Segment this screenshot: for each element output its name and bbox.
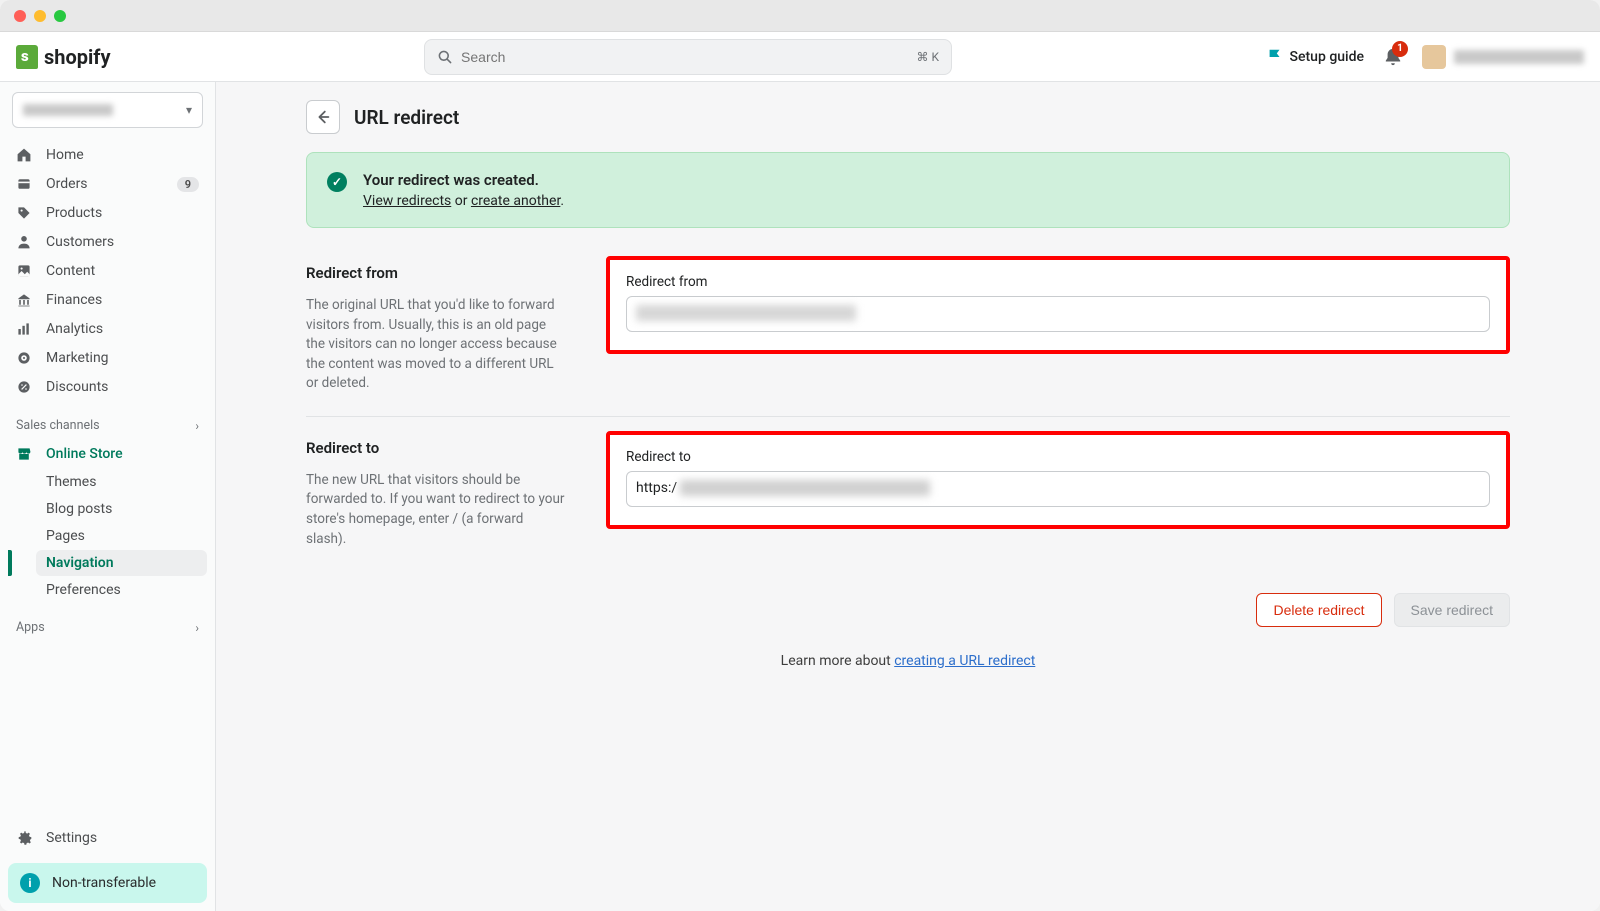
content-area: URL redirect ✓ Your redirect was created…: [216, 82, 1600, 911]
top-bar: shopify ⌘ K Setup guide 1: [0, 32, 1600, 82]
sidebar-item-orders[interactable]: Orders 9: [8, 170, 207, 198]
setup-guide-button[interactable]: Setup guide: [1266, 48, 1364, 66]
settings-label: Settings: [46, 830, 97, 846]
redirect-from-desc: The original URL that you'd like to forw…: [306, 296, 566, 394]
redirect-to-title: Redirect to: [306, 439, 566, 457]
sales-channels-label: Sales channels: [16, 418, 100, 433]
search-box[interactable]: ⌘ K: [424, 39, 952, 75]
orders-badge: 9: [177, 177, 199, 192]
banner-title: Your redirect was created.: [363, 171, 564, 189]
shopify-bag-icon: [16, 45, 38, 69]
success-banner: ✓ Your redirect was created. View redire…: [306, 152, 1510, 228]
redirect-to-desc: The new URL that visitors should be forw…: [306, 471, 566, 549]
marketing-icon: [16, 350, 34, 366]
finances-icon: [16, 292, 34, 308]
redirect-to-prefix: https:/: [636, 480, 677, 496]
minimize-window-icon[interactable]: [34, 10, 46, 22]
username: [1454, 50, 1584, 64]
content-icon: [16, 263, 34, 279]
subnav-navigation[interactable]: Navigation: [36, 550, 207, 576]
store-selector[interactable]: ▾: [12, 92, 203, 128]
learn-more: Learn more about creating a URL redirect: [306, 633, 1510, 669]
non-transferable-banner[interactable]: i Non-transferable: [8, 863, 207, 903]
sidebar-item-settings[interactable]: Settings: [0, 821, 215, 855]
sidebar-item-label: Home: [46, 147, 199, 163]
redirect-from-label: Redirect from: [626, 274, 1490, 290]
discounts-icon: [16, 379, 34, 395]
sidebar-item-discounts[interactable]: Discounts: [8, 373, 207, 401]
sidebar-item-label: Customers: [46, 234, 199, 250]
sidebar-item-content[interactable]: Content: [8, 257, 207, 285]
chevron-down-icon: ▾: [186, 103, 192, 117]
sidebar: ▾ Home Orders 9 Products Cus: [0, 82, 216, 911]
back-button[interactable]: [306, 100, 340, 134]
search-shortcut: ⌘ K: [917, 50, 940, 64]
info-icon: i: [20, 873, 40, 893]
sidebar-item-customers[interactable]: Customers: [8, 228, 207, 256]
banner-subtext: View redirects or create another.: [363, 193, 564, 209]
redirect-from-blurred-value: [636, 305, 856, 321]
sidebar-item-online-store[interactable]: Online Store: [8, 440, 207, 468]
sidebar-item-label: Content: [46, 263, 199, 279]
subnav-themes[interactable]: Themes: [36, 469, 207, 495]
avatar: [1422, 45, 1446, 69]
create-another-link[interactable]: create another: [471, 193, 560, 209]
chevron-right-icon: ›: [195, 621, 199, 635]
action-row: Delete redirect Save redirect: [306, 571, 1510, 633]
apps-label: Apps: [16, 620, 45, 635]
delete-redirect-button[interactable]: Delete redirect: [1256, 593, 1381, 627]
sidebar-item-products[interactable]: Products: [8, 199, 207, 227]
sidebar-item-label: Products: [46, 205, 199, 221]
orders-icon: [16, 176, 34, 192]
apps-header[interactable]: Apps ›: [0, 606, 215, 639]
subnav-preferences[interactable]: Preferences: [36, 577, 207, 603]
flag-icon: [1266, 48, 1284, 66]
analytics-icon: [16, 321, 34, 337]
check-circle-icon: ✓: [327, 172, 347, 192]
search-input[interactable]: [461, 49, 916, 65]
products-icon: [16, 205, 34, 221]
redirect-to-label: Redirect to: [626, 449, 1490, 465]
user-menu[interactable]: [1422, 45, 1584, 69]
mac-titlebar: [0, 0, 1600, 32]
redirect-from-title: Redirect from: [306, 264, 566, 282]
search-icon: [437, 49, 453, 65]
shopify-logo[interactable]: shopify: [16, 45, 111, 69]
sidebar-item-label: Marketing: [46, 350, 199, 366]
setup-guide-label: Setup guide: [1290, 49, 1364, 65]
sales-channels-header[interactable]: Sales channels ›: [0, 404, 215, 437]
redirect-to-section: Redirect to The new URL that visitors sh…: [306, 416, 1510, 571]
sidebar-item-finances[interactable]: Finances: [8, 286, 207, 314]
redirect-from-highlight: Redirect from: [606, 256, 1510, 354]
notifications-badge: 1: [1392, 41, 1408, 57]
notifications-button[interactable]: 1: [1384, 47, 1402, 67]
sidebar-item-label: Analytics: [46, 321, 199, 337]
sidebar-item-label: Orders: [46, 176, 165, 192]
customers-icon: [16, 234, 34, 250]
view-redirects-link[interactable]: View redirects: [363, 193, 451, 209]
non-transferable-label: Non-transferable: [52, 875, 156, 891]
page-title: URL redirect: [354, 106, 459, 129]
sidebar-item-marketing[interactable]: Marketing: [8, 344, 207, 372]
subnav-blog-posts[interactable]: Blog posts: [36, 496, 207, 522]
sidebar-item-analytics[interactable]: Analytics: [8, 315, 207, 343]
sidebar-item-label: Finances: [46, 292, 199, 308]
maximize-window-icon[interactable]: [54, 10, 66, 22]
redirect-to-highlight: Redirect to https:/: [606, 431, 1510, 529]
save-redirect-button[interactable]: Save redirect: [1394, 593, 1510, 627]
sidebar-item-label: Discounts: [46, 379, 199, 395]
gear-icon: [16, 829, 34, 847]
close-window-icon[interactable]: [14, 10, 26, 22]
redirect-to-blurred-value: [680, 480, 930, 496]
learn-more-link[interactable]: creating a URL redirect: [894, 653, 1035, 669]
chevron-right-icon: ›: [195, 419, 199, 433]
store-icon: [16, 446, 34, 462]
store-name: [23, 104, 113, 116]
redirect-from-section: Redirect from The original URL that you'…: [306, 252, 1510, 416]
logo-text: shopify: [44, 45, 111, 69]
subnav-pages[interactable]: Pages: [36, 523, 207, 549]
home-icon: [16, 147, 34, 163]
sidebar-item-label: Online Store: [46, 446, 199, 462]
sidebar-item-home[interactable]: Home: [8, 141, 207, 169]
